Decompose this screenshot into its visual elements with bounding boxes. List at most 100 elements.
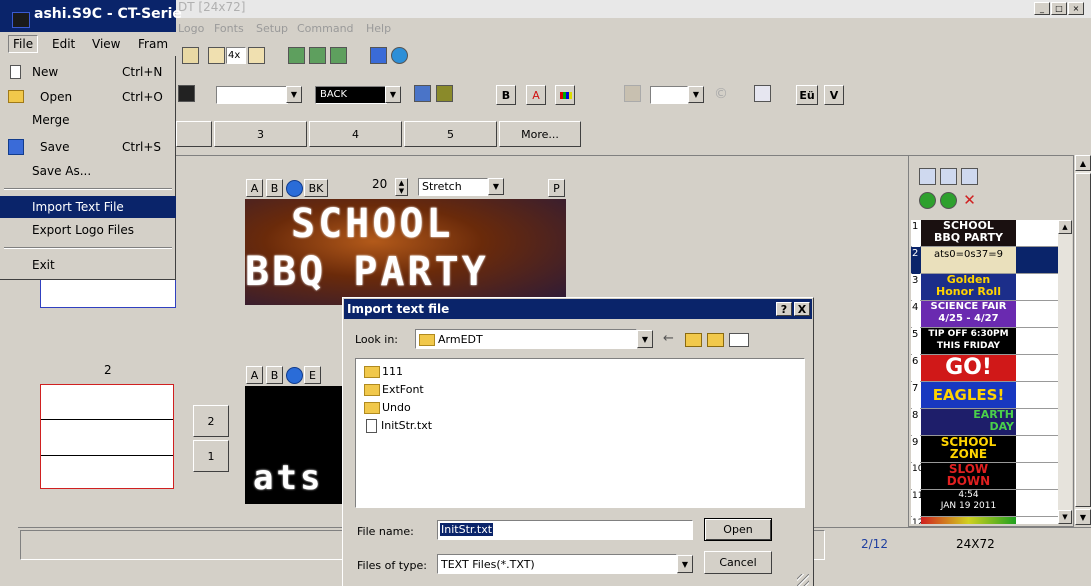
frame1-bk-button[interactable]: BK (304, 179, 328, 197)
window-controls[interactable]: _ □ × (1034, 2, 1090, 16)
copyright-icon[interactable]: © (714, 86, 732, 104)
logo-item-6[interactable]: 6 GO! (911, 355, 1058, 382)
main-scroll-down[interactable]: ▼ (1075, 509, 1091, 525)
back-arrow-icon[interactable]: ← (663, 331, 679, 347)
frame1-led-preview[interactable]: SCHOOL BBQ PARTY (245, 199, 566, 305)
frame1-mode-select[interactable]: Stretch (418, 178, 488, 196)
look-in-select[interactable]: ArmEDT (415, 329, 637, 349)
menu-item-save[interactable]: Save Ctrl+S (0, 136, 176, 158)
up-folder-icon[interactable] (685, 333, 702, 347)
resize-grip-icon[interactable] (797, 574, 809, 586)
logo-item-12[interactable]: 12 (911, 517, 1058, 524)
frame-icon-1[interactable] (288, 47, 305, 64)
extended-font-button[interactable]: Eü (796, 85, 818, 105)
logo-item-4[interactable]: 4 SCIENCE FAIR 4/25 - 4/27 (911, 301, 1058, 328)
maximize-button[interactable]: □ (1051, 2, 1067, 15)
hand-icon[interactable] (624, 85, 641, 102)
logo-item-7[interactable]: 7 EAGLES! (911, 382, 1058, 409)
file-item-initstr[interactable]: InitStr.txt (364, 417, 432, 434)
view-menu-icon[interactable] (729, 333, 749, 347)
palette-icon[interactable] (436, 85, 453, 102)
page-tab-3[interactable]: 3 (214, 121, 307, 147)
page-tab-more[interactable]: More... (499, 121, 581, 147)
frame1-p-button[interactable]: P (548, 179, 565, 197)
frame1-mode-dropdown[interactable]: ▼ (488, 178, 504, 195)
menu-view[interactable]: View (92, 37, 120, 51)
logo-item-8[interactable]: 8 EARTH DAY (911, 409, 1058, 436)
frame1-a-button[interactable]: A (246, 179, 263, 197)
list-icon[interactable] (414, 85, 431, 102)
logo-list-scroll-up[interactable]: ▲ (1058, 220, 1072, 234)
delete-logo-icon[interactable]: ✕ (961, 192, 978, 209)
frame2-record-icon[interactable] (286, 367, 303, 384)
menu-command[interactable]: Command (297, 22, 354, 35)
calendar-icon[interactable] (754, 85, 771, 102)
zoom-in-icon[interactable] (248, 47, 265, 64)
logo-list-scroll-down[interactable]: ▼ (1058, 510, 1072, 524)
file-name-input[interactable]: InitStr.txt (437, 520, 693, 540)
files-of-type-select[interactable]: TEXT Files(*.TXT) (437, 554, 677, 574)
menu-frame[interactable]: Fram (138, 37, 168, 51)
close-button[interactable]: × (1068, 2, 1084, 15)
page-tab-blank[interactable] (176, 121, 212, 147)
open-button[interactable]: Open (704, 518, 772, 541)
font-color-button[interactable]: A (526, 85, 546, 105)
font-color-dropdown[interactable]: ▼ (286, 86, 302, 103)
back-color-select[interactable]: BACK (315, 86, 387, 104)
menu-item-open[interactable]: Open Ctrl+O (0, 86, 176, 108)
monitor-icon[interactable] (370, 47, 387, 64)
minimize-button[interactable]: _ (1034, 2, 1050, 15)
menu-item-exit[interactable]: Exit (0, 254, 176, 276)
menu-file[interactable]: File (8, 35, 38, 53)
logo-item-11[interactable]: 11 4:54 JAN 19 2011 (911, 490, 1058, 517)
frame2-layout-box[interactable] (40, 384, 174, 489)
logo-item-10[interactable]: 10 SLOW DOWN (911, 463, 1058, 490)
frame1-speed-spinner[interactable]: ▲ ▼ (395, 178, 408, 196)
frame1-record-icon[interactable] (286, 180, 303, 197)
logo-item-1[interactable]: 1 SCHOOL BBQ PARTY (911, 220, 1058, 247)
files-of-type-dropdown[interactable]: ▼ (677, 555, 693, 573)
frame-icon-3[interactable] (330, 47, 347, 64)
frame2-side-button-2[interactable]: 2 (193, 405, 229, 437)
menu-logo[interactable]: Logo (178, 22, 204, 35)
frame1-layout-box[interactable] (40, 280, 176, 308)
effect-select[interactable] (650, 86, 688, 104)
paste-logo-icon[interactable] (961, 168, 978, 185)
dialog-help-button[interactable]: ? (776, 302, 792, 316)
menu-edit[interactable]: Edit (52, 37, 75, 51)
menu-item-export-logo[interactable]: Export Logo Files (0, 219, 176, 241)
look-in-dropdown[interactable]: ▼ (637, 330, 653, 348)
main-scroll-up[interactable]: ▲ (1075, 155, 1091, 171)
logo-item-3[interactable]: 3 Golden Honor Roll (911, 274, 1058, 301)
file-item-folder-extfont[interactable]: ExtFont (364, 381, 424, 398)
paste-icon[interactable] (182, 47, 199, 64)
color-picker-icon[interactable] (178, 85, 195, 102)
logo-list-scrollbar[interactable]: ▲ ▼ (1058, 220, 1072, 524)
menu-item-save-as[interactable]: Save As... (0, 160, 176, 182)
menu-item-import-text[interactable]: Import Text File (0, 196, 176, 218)
file-item-folder-undo[interactable]: Undo (364, 399, 411, 416)
page-tab-4[interactable]: 4 (309, 121, 402, 147)
font-color-select[interactable] (216, 86, 288, 104)
zoom-out-icon[interactable] (208, 47, 225, 64)
page-tab-5[interactable]: 5 (404, 121, 497, 147)
move-down-icon[interactable] (940, 192, 957, 209)
cancel-button[interactable]: Cancel (704, 551, 772, 574)
frame-icon-2[interactable] (309, 47, 326, 64)
menu-fonts[interactable]: Fonts (214, 22, 244, 35)
file-item-folder-111[interactable]: 111 (364, 363, 403, 380)
frame2-led-preview[interactable]: ats (245, 386, 345, 504)
new-folder-icon[interactable] (707, 333, 724, 347)
logo-item-9[interactable]: 9 SCHOOL ZONE (911, 436, 1058, 463)
bold-button[interactable]: B (496, 85, 516, 105)
menu-item-merge[interactable]: Merge (0, 109, 176, 131)
file-list[interactable]: 111 ExtFont Undo InitStr.txt (355, 358, 805, 508)
color-bars-button[interactable] (555, 85, 575, 105)
frame1-b-button[interactable]: B (266, 179, 283, 197)
move-up-icon[interactable] (919, 192, 936, 209)
frame2-e-button[interactable]: E (304, 366, 321, 384)
zoom-level-field[interactable]: 4x (226, 47, 246, 64)
logo-item-5[interactable]: 5 TIP OFF 6:30PM THIS FRIDAY (911, 328, 1058, 355)
v-button[interactable]: V (824, 85, 844, 105)
copy-logo-icon[interactable] (919, 168, 936, 185)
